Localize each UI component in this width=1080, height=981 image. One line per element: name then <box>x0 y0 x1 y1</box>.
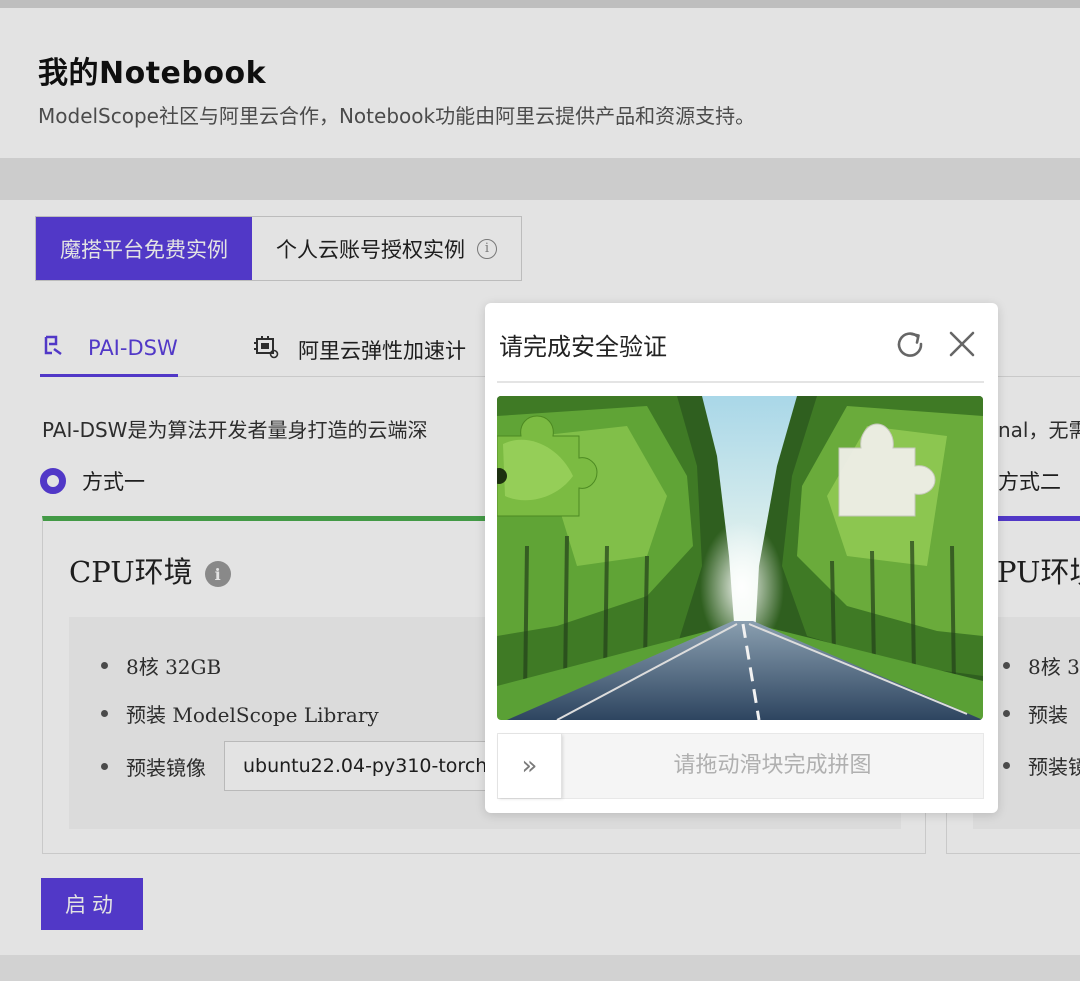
double-chevron-right-icon: » <box>521 751 538 781</box>
close-icon[interactable] <box>945 327 979 361</box>
captcha-slider-track[interactable]: » 请拖动滑块完成拼图 <box>497 733 984 799</box>
dialog-divider <box>497 381 984 383</box>
refresh-icon[interactable] <box>893 327 927 361</box>
slider-hint: 请拖动滑块完成拼图 <box>673 753 872 778</box>
slider-handle[interactable]: » <box>498 734 562 798</box>
security-captcha-dialog: 请完成安全验证 » 请拖动滑块完成拼图 <box>485 303 998 813</box>
captcha-puzzle-image <box>497 396 983 720</box>
captcha-title: 请完成安全验证 <box>499 333 667 361</box>
